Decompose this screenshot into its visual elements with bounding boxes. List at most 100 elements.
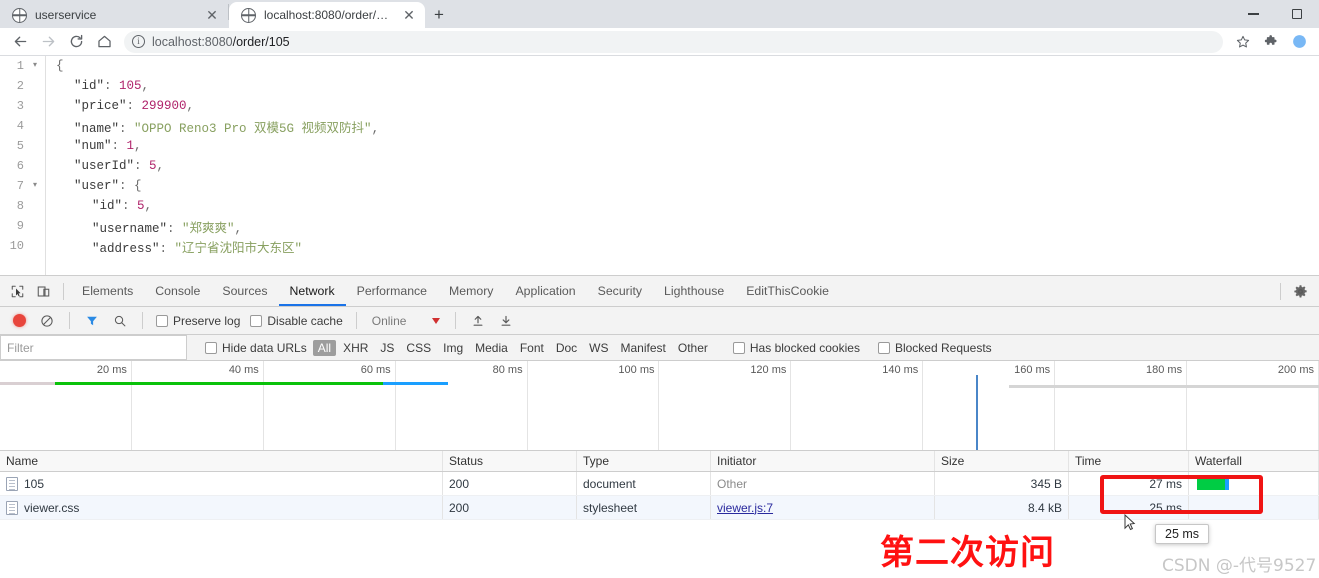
- fold-toggle-icon[interactable]: ▾: [30, 56, 40, 76]
- throttling-value: Online: [371, 313, 407, 328]
- filter-type-font[interactable]: Font: [515, 341, 549, 355]
- site-info-icon[interactable]: i: [132, 35, 145, 48]
- devtools-settings-button[interactable]: [1281, 276, 1319, 307]
- filter-type-manifest[interactable]: Manifest: [616, 341, 671, 355]
- filter-type-all[interactable]: All: [312, 339, 337, 356]
- blocked-requests-checkbox[interactable]: Blocked Requests: [874, 341, 996, 355]
- devtools-tab-elements[interactable]: Elements: [71, 276, 144, 306]
- json-token-punct: ,: [144, 199, 153, 213]
- line-number: 2: [16, 79, 24, 93]
- maximize-button[interactable]: [1275, 0, 1319, 28]
- devtools-tab-memory[interactable]: Memory: [438, 276, 504, 306]
- browser-tab-order-105[interactable]: localhost:8080/order/105 ✕: [229, 2, 425, 28]
- import-har-icon: [473, 315, 483, 326]
- home-button[interactable]: [90, 29, 118, 55]
- column-header-waterfall[interactable]: Waterfall: [1189, 451, 1319, 471]
- overview-tick-label: 160 ms: [1014, 364, 1051, 376]
- table-row[interactable]: viewer.css 200 stylesheet viewer.js:7 8.4 kB…: [0, 496, 1319, 520]
- profile-avatar[interactable]: [1285, 29, 1313, 55]
- network-overview-timeline[interactable]: 20 ms 40 ms 60 ms 80 ms 100 ms 120 ms 140 ms 16…: [0, 361, 1319, 451]
- column-header-name[interactable]: Name: [0, 451, 443, 471]
- column-header-initiator[interactable]: Initiator: [711, 451, 935, 471]
- filter-type-img[interactable]: Img: [438, 341, 468, 355]
- column-header-size[interactable]: Size: [935, 451, 1069, 471]
- devtools-tab-editthiscookie[interactable]: EditThisCookie: [735, 276, 840, 306]
- address-bar[interactable]: i localhost:8080/order/105: [124, 30, 1223, 53]
- import-har-button[interactable]: [465, 308, 491, 334]
- json-token-punct: ,: [156, 159, 165, 173]
- back-button[interactable]: [6, 29, 34, 55]
- line-number: 4: [16, 119, 24, 133]
- devtools-tab-network[interactable]: Network: [279, 276, 346, 306]
- devtools-tab-security[interactable]: Security: [587, 276, 653, 306]
- json-token-punct: :: [104, 79, 120, 93]
- column-header-type[interactable]: Type: [577, 451, 711, 471]
- line-number: 1: [16, 59, 24, 73]
- filter-type-css[interactable]: CSS: [401, 341, 436, 355]
- json-token-punct: ,: [186, 99, 195, 113]
- browser-window: userservice ✕ localhost:8080/order/105 ✕…: [0, 0, 1319, 578]
- column-header-status[interactable]: Status: [443, 451, 577, 471]
- cell-initiator-text[interactable]: viewer.js:7: [717, 501, 773, 515]
- forward-button[interactable]: [34, 29, 62, 55]
- request-105-overview-bar-blue: [382, 382, 449, 385]
- overview-tick: 160 ms: [923, 361, 1056, 450]
- filter-input[interactable]: Filter: [0, 335, 187, 360]
- disable-cache-checkbox[interactable]: Disable cache: [246, 314, 346, 328]
- devtools-tab-sources[interactable]: Sources: [211, 276, 278, 306]
- json-token-k: "address": [92, 241, 160, 256]
- table-row[interactable]: 105 200 document Other 345 B 27 ms: [0, 472, 1319, 496]
- filter-type-xhr[interactable]: XHR: [338, 341, 373, 355]
- extensions-button[interactable]: [1257, 29, 1285, 55]
- filter-type-doc[interactable]: Doc: [551, 341, 582, 355]
- cell-waterfall: [1189, 496, 1319, 519]
- json-line: 5 "num": 1,: [0, 136, 1319, 156]
- clear-button[interactable]: [34, 308, 60, 334]
- record-button[interactable]: [6, 308, 32, 334]
- json-token-num: 299900: [141, 99, 187, 113]
- reload-button[interactable]: [62, 29, 90, 55]
- preserve-log-checkbox[interactable]: Preserve log: [152, 314, 244, 328]
- toolbar-divider: [142, 312, 143, 329]
- overview-tick: 200 ms: [1187, 361, 1319, 450]
- filter-type-ws[interactable]: WS: [584, 341, 613, 355]
- devtools-tab-application[interactable]: Application: [504, 276, 586, 306]
- json-token-punct: :: [134, 159, 150, 173]
- devtools-tab-console[interactable]: Console: [144, 276, 211, 306]
- dom-content-loaded-line: [976, 375, 979, 450]
- devtools-tabbar: Elements Console Sources Network Performance…: [0, 276, 1319, 307]
- filter-type-other[interactable]: Other: [673, 341, 713, 355]
- overview-tick: 20 ms: [0, 361, 132, 450]
- inspect-element-button[interactable]: [4, 278, 30, 304]
- document-icon: [6, 476, 18, 491]
- export-har-button[interactable]: [493, 308, 519, 334]
- network-request-table: Name Status Type Initiator Size Time Waterfall…: [0, 451, 1319, 578]
- browser-tab-userservice[interactable]: userservice ✕: [0, 2, 228, 28]
- record-icon: [12, 314, 26, 327]
- devtools-tab-lighthouse[interactable]: Lighthouse: [653, 276, 735, 306]
- network-toolbar: Preserve log Disable cache Online: [0, 307, 1319, 335]
- json-token-k: "id": [92, 199, 123, 213]
- device-toolbar-button[interactable]: [30, 278, 56, 304]
- filter-button[interactable]: [79, 308, 105, 334]
- hide-data-urls-checkbox[interactable]: Hide data URLs: [201, 341, 311, 355]
- close-icon[interactable]: ✕: [204, 7, 220, 23]
- cell-name: viewer.css: [0, 496, 443, 519]
- has-blocked-cookies-checkbox[interactable]: Has blocked cookies: [729, 341, 864, 355]
- json-line-content: {: [56, 59, 64, 73]
- column-header-time[interactable]: Time: [1069, 451, 1189, 471]
- minimize-button[interactable]: [1231, 0, 1275, 28]
- search-button[interactable]: [107, 308, 133, 334]
- new-tab-button[interactable]: +: [425, 2, 453, 28]
- devtools-tab-performance[interactable]: Performance: [346, 276, 438, 306]
- filter-type-media[interactable]: Media: [470, 341, 513, 355]
- fold-toggle-icon[interactable]: ▾: [30, 176, 40, 196]
- filter-type-js[interactable]: JS: [375, 341, 399, 355]
- gear-icon: [1293, 285, 1307, 298]
- bookmark-button[interactable]: [1229, 29, 1257, 55]
- json-token-str: "OPPO Reno3 Pro 双模5G 视频双防抖": [134, 121, 372, 136]
- close-icon[interactable]: ✕: [401, 7, 417, 23]
- navbar-actions: [1229, 29, 1313, 55]
- throttling-dropdown[interactable]: Online: [366, 314, 447, 328]
- network-filter-bar: Filter Hide data URLs All XHR JS CSS Img Medi…: [0, 335, 1319, 361]
